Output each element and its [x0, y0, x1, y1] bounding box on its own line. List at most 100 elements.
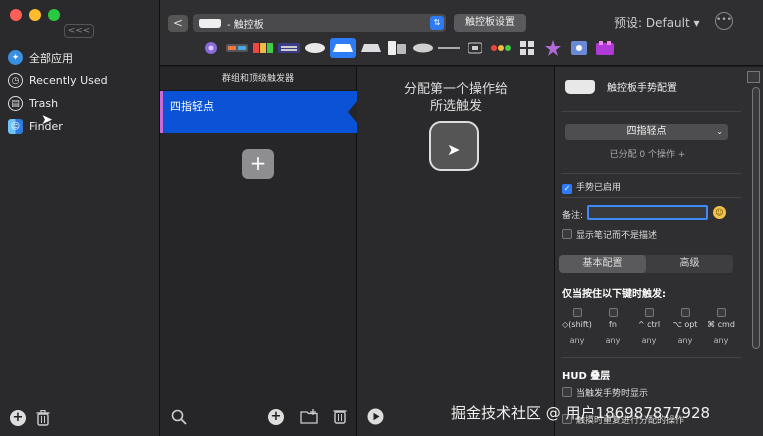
trigger-row-selected[interactable]: 四指轻点 — [160, 91, 358, 133]
sidebar-item-recently-used[interactable]: ◷ Recently Used — [0, 69, 158, 92]
show-note-row[interactable]: 显示笔记而不是描述 — [562, 228, 657, 241]
modifier-key-label: ⌘ cmd — [707, 320, 735, 329]
add-folder-icon[interactable] — [300, 409, 318, 424]
assigned-actions-count[interactable]: 已分配 0 个操作 + — [555, 147, 740, 160]
device-magic-trackpad-icon[interactable] — [360, 38, 382, 58]
device-touchbar-icon[interactable] — [226, 38, 248, 58]
collapse-sidebar-button[interactable]: <<< — [64, 24, 94, 38]
trigger-selection-bar — [160, 91, 163, 133]
assign-hint-line1: 分配第一个操作给 — [403, 82, 508, 97]
emoji-picker-icon[interactable]: ☺ — [713, 206, 726, 219]
back-button[interactable]: < — [168, 15, 188, 32]
modifier-mode-select[interactable]: any — [559, 336, 595, 345]
modifier-mode-select[interactable]: any — [631, 336, 667, 345]
device-keyboard-shortcut-icon[interactable] — [252, 38, 274, 58]
device-midi-icon[interactable] — [464, 38, 486, 58]
select-arrows-icon: ⇅ — [430, 16, 444, 30]
recent-icon: ◷ — [8, 73, 23, 88]
close-window-button[interactable] — [10, 9, 22, 21]
trash-icon: ▤ — [8, 96, 23, 111]
mouse-cursor-icon: ➤ — [41, 112, 53, 128]
config-header: 触控板手势配置 — [565, 79, 677, 94]
device-grid-icon[interactable] — [516, 38, 538, 58]
divider — [561, 357, 741, 358]
modifier-ctrl-checkbox[interactable] — [644, 308, 654, 317]
modifier-ctrl[interactable]: ^ ctrl any — [631, 308, 667, 345]
modifier-cmd-checkbox[interactable] — [716, 308, 726, 317]
trigger-label: 四指轻点 — [170, 100, 214, 113]
play-icon[interactable] — [367, 408, 384, 425]
modifier-key-label: fn — [609, 320, 617, 329]
gesture-enabled-label: 手势已启用 — [576, 183, 622, 193]
assign-action-hint: 分配第一个操作给 所选触发 — [357, 81, 555, 115]
delete-app-icon[interactable] — [36, 410, 50, 426]
finder-icon: ☺ — [8, 119, 23, 134]
watermark-text: 掘金技术社区 @ 用户186987877928 — [451, 404, 711, 422]
modifier-fn[interactable]: fn any — [595, 308, 631, 345]
more-options-icon[interactable]: ••• — [715, 12, 733, 30]
modifier-mode-select[interactable]: any — [667, 336, 703, 345]
device-select-value: - 触控板 — [227, 19, 264, 31]
show-note-label: 显示笔记而不是描述 — [576, 231, 658, 241]
gesture-enabled-row[interactable]: ✓ 手势已启用 — [562, 180, 621, 194]
zoom-window-button[interactable] — [48, 9, 60, 21]
sidebar: <<< ✦ 全部应用 ◷ Recently Used ▤ Trash ☺ Fin… — [0, 0, 160, 436]
device-select[interactable]: - 触控板 ⇅ — [193, 14, 446, 32]
hud-show-checkbox[interactable] — [562, 387, 572, 397]
device-magic-mouse-icon[interactable] — [304, 38, 326, 58]
gesture-enabled-checkbox[interactable]: ✓ — [562, 184, 572, 194]
config-tabs: 基本配置 高级 — [559, 255, 733, 273]
device-all-icon[interactable] — [200, 38, 222, 58]
device-type-bar — [200, 38, 616, 58]
device-keyboard-icon[interactable] — [278, 38, 300, 58]
gesture-select[interactable]: 四指轻点 ⌄ — [565, 124, 728, 140]
config-title: 触控板手势配置 — [607, 83, 677, 94]
show-note-checkbox[interactable] — [562, 229, 572, 239]
config-scrollbar[interactable] — [752, 87, 760, 349]
toolbar: < - 触控板 ⇅ 触控板设置 预设: Default ▾ ••• — [160, 0, 763, 66]
hud-show-label: 当触发手势时显示 — [576, 389, 649, 399]
trigger-list-panel: 群组和顶级触发器 四指轻点 + — [160, 67, 358, 436]
note-input[interactable] — [587, 205, 708, 220]
assign-hint-line2: 所选触发 — [429, 99, 482, 114]
sidebar-item-label: Trash — [29, 97, 59, 110]
add-trigger-button[interactable]: + — [242, 149, 274, 179]
modifier-opt[interactable]: ⌥ opt any — [667, 308, 703, 345]
device-siri-remote-icon[interactable] — [386, 38, 408, 58]
device-stream-deck-icon[interactable] — [568, 38, 590, 58]
device-other-icon[interactable] — [594, 38, 616, 58]
modifier-mode-select[interactable]: any — [595, 336, 631, 345]
chevron-down-icon: ⌄ — [716, 127, 723, 136]
modifier-shift-checkbox[interactable] — [572, 308, 582, 317]
device-pencil-icon[interactable] — [438, 38, 460, 58]
trackpad-icon — [565, 79, 595, 94]
sidebar-item-label: 全部应用 — [29, 51, 73, 65]
modifier-mode-select[interactable]: any — [703, 336, 739, 345]
sidebar-item-trash[interactable]: ▤ Trash — [0, 92, 158, 115]
tab-basic[interactable]: 基本配置 — [559, 255, 646, 273]
sidebar-item-finder[interactable]: ☺ Finder — [0, 115, 158, 138]
modifier-key-label: ◇(shift) — [562, 320, 592, 329]
modifier-cmd[interactable]: ⌘ cmd any — [703, 308, 739, 345]
preset-menu[interactable]: 预设: Default ▾ — [614, 14, 700, 31]
search-icon[interactable] — [171, 409, 187, 425]
modifier-fn-checkbox[interactable] — [608, 308, 618, 317]
hud-show-row[interactable]: 当触发手势时显示 — [562, 386, 648, 399]
modifier-opt-checkbox[interactable] — [680, 308, 690, 317]
trigger-list-header: 群组和顶级触发器 — [160, 67, 356, 91]
trackpad-settings-button[interactable]: 触控板设置 — [454, 14, 526, 32]
device-mouse-icon[interactable] — [412, 38, 434, 58]
modifier-keys: ◇(shift) any fn any ^ ctrl any ⌥ opt any… — [559, 308, 739, 345]
modifier-shift[interactable]: ◇(shift) any — [559, 308, 595, 345]
scroll-up-button[interactable] — [747, 71, 760, 83]
sidebar-item-all-apps[interactable]: ✦ 全部应用 — [0, 46, 158, 69]
tab-advanced[interactable]: 高级 — [646, 255, 733, 273]
device-trackpad-icon[interactable] — [330, 38, 356, 58]
trackpad-icon — [199, 18, 221, 28]
minimize-window-button[interactable] — [29, 9, 41, 21]
delete-trigger-icon[interactable] — [333, 408, 347, 424]
device-automation-icon[interactable] — [542, 38, 564, 58]
device-dots-icon[interactable] — [490, 38, 512, 58]
add-app-button[interactable]: + — [10, 410, 26, 426]
add-trigger-footer-button[interactable]: + — [268, 409, 284, 425]
